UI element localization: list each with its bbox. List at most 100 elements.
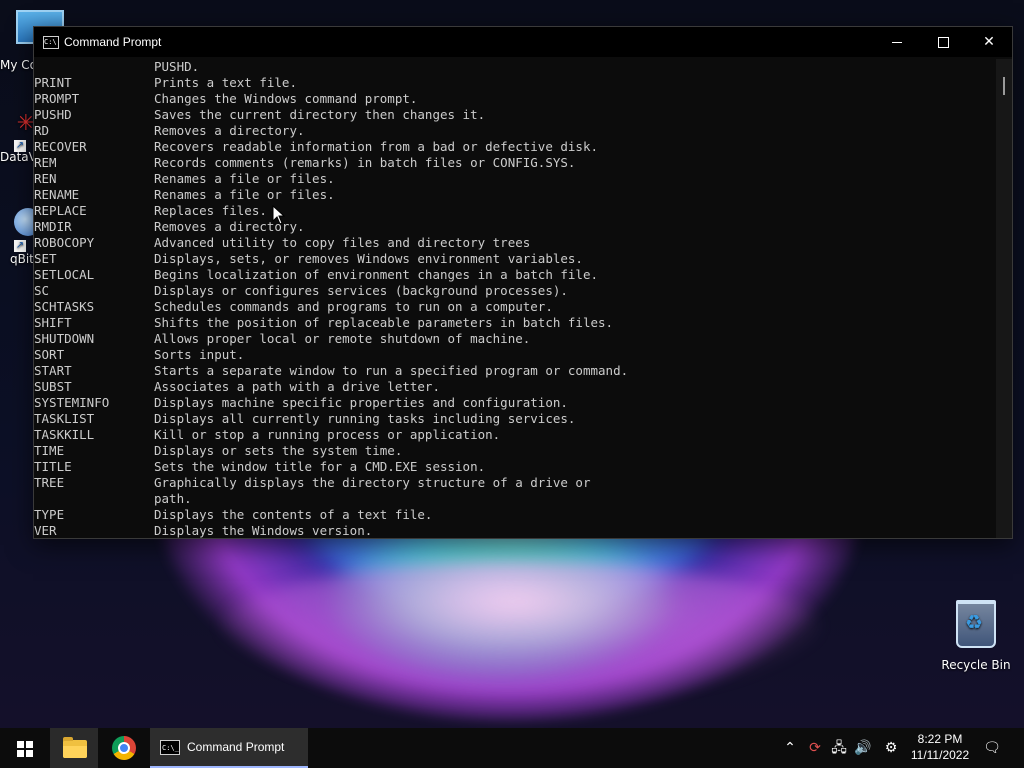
command-description: Kill or stop a running process or applic… (154, 427, 501, 442)
command-name: RECOVER (34, 139, 87, 154)
recycle-bin-icon (956, 600, 996, 648)
command-name: TYPE (34, 507, 65, 522)
command-description: Replaces files. (154, 203, 267, 218)
command-name: REM (34, 155, 57, 170)
console-line: RMDIR Removes a directory. (34, 219, 996, 235)
command-description: Displays, sets, or removes Windows envir… (154, 251, 583, 266)
console-line: SETLOCAL Begins localization of environme… (34, 267, 996, 283)
maximize-icon (937, 36, 949, 48)
command-name: VER (34, 523, 57, 538)
console-line: TYPE Displays the contents of a text file… (34, 507, 996, 523)
window-titlebar[interactable]: C:\ Command Prompt ✕ (34, 27, 1012, 57)
console-line: SCHTASKS Schedules commands and programs … (34, 299, 996, 315)
command-name: REPLACE (34, 203, 87, 218)
command-name: PUSHD (34, 107, 72, 122)
command-name: SYSTEMINFO (34, 395, 110, 410)
console-line: PUSHD. (154, 59, 200, 74)
sync-icon[interactable]: ⟳ (804, 728, 826, 768)
command-name: SET (34, 251, 57, 266)
console-line: PROMPT Changes the Windows command prompt… (34, 91, 996, 107)
command-description: Displays all currently running tasks inc… (154, 411, 576, 426)
taskbar-file-explorer[interactable] (50, 728, 98, 768)
notification-center-icon[interactable]: 🗨 (980, 728, 1004, 768)
command-name: REN (34, 171, 57, 186)
command-description: Sorts input. (154, 347, 245, 362)
cmd-icon: C:\ (43, 36, 59, 49)
console-line: TASKKILL Kill or stop a running process o… (34, 427, 996, 443)
minimize-button[interactable] (874, 27, 920, 57)
folder-icon (63, 737, 87, 758)
console-line: TASKLIST Displays all currently running t… (34, 411, 996, 427)
command-description: Begins localization of environment chang… (154, 267, 599, 282)
desktop-icon-recycle-bin[interactable]: Recycle Bin (940, 600, 1012, 672)
system-clock[interactable]: 8:22 PM 11/11/2022 (906, 731, 974, 763)
command-description: Starts a separate window to run a specif… (154, 363, 629, 378)
command-name: PRINT (34, 75, 72, 90)
command-name: TASKKILL (34, 427, 95, 442)
command-name: TIME (34, 443, 65, 458)
settings-gear-icon[interactable]: ⚙ (880, 728, 902, 768)
command-description: Renames a file or files. (154, 187, 335, 202)
console-line: PRINT Prints a text file. (34, 75, 996, 91)
window-title: Command Prompt (64, 35, 162, 49)
close-icon: ✕ (983, 34, 995, 50)
taskbar-command-prompt[interactable]: C:\_ Command Prompt (150, 728, 308, 768)
command-description: Allows proper local or remote shutdown o… (154, 331, 531, 346)
command-description: Displays machine specific properties and… (154, 395, 568, 410)
console-line: RENAME Renames a file or files. (34, 187, 996, 203)
command-name: ROBOCOPY (34, 235, 95, 250)
console-line: SORT Sorts input. (34, 347, 996, 363)
command-name: TITLE (34, 459, 72, 474)
volume-icon[interactable]: 🔊 (852, 728, 874, 768)
console-line: REN Renames a file or files. (34, 171, 996, 187)
command-name: SHUTDOWN (34, 331, 95, 346)
command-name: SORT (34, 347, 65, 362)
command-name: RMDIR (34, 219, 72, 234)
console-line: START Starts a separate window to run a s… (34, 363, 996, 379)
command-description: Recovers readable information from a bad… (154, 139, 599, 154)
shortcut-arrow-icon: ↗ (14, 140, 26, 152)
command-description: Graphically displays the directory struc… (154, 475, 591, 490)
console-line: SUBST Associates a path with a drive lett… (34, 379, 996, 395)
windows-start-icon (17, 741, 33, 757)
wallpaper-orb-glow (220, 560, 820, 700)
command-description: Changes the Windows command prompt. (154, 91, 418, 106)
console-line: PUSHD Saves the current directory then ch… (34, 107, 996, 123)
command-description: Prints a text file. (154, 75, 297, 90)
console-line: RECOVER Recovers readable information fro… (34, 139, 996, 155)
minimize-icon (892, 41, 902, 43)
start-button[interactable] (0, 728, 48, 768)
command-name: START (34, 363, 72, 378)
command-name: SETLOCAL (34, 267, 95, 282)
console-line: ROBOCOPY Advanced utility to copy files a… (34, 235, 996, 251)
command-description: Displays the contents of a text file. (154, 507, 433, 522)
close-button[interactable]: ✕ (966, 27, 1012, 57)
show-hidden-icons-chevron-icon[interactable]: ⌃ (780, 728, 800, 768)
chrome-icon (112, 736, 136, 760)
command-prompt-window[interactable]: C:\ Command Prompt ✕ PUSHD. PRINT Prints … (33, 26, 1013, 539)
scrollbar-thumb[interactable] (1003, 77, 1005, 95)
vertical-scrollbar[interactable] (996, 59, 1012, 538)
command-description: Associates a path with a drive letter. (154, 379, 440, 394)
taskbar: C:\_ Command Prompt ⌃ ⟳ 🖧 🔊 ⚙ 8:22 PM 11… (0, 728, 1024, 768)
console-line: SC Displays or configures services (backg… (34, 283, 996, 299)
command-name: RENAME (34, 187, 80, 202)
command-description: Removes a directory. (154, 123, 305, 138)
network-icon[interactable]: 🖧 (828, 728, 850, 768)
console-line: path. (34, 491, 996, 507)
command-description: Shifts the position of replaceable param… (154, 315, 614, 330)
command-name: PROMPT (34, 91, 80, 106)
command-name: SC (34, 283, 50, 298)
console-line: REM Records comments (remarks) in batch f… (34, 155, 996, 171)
command-name: SHIFT (34, 315, 72, 330)
command-name: SUBST (34, 379, 72, 394)
console-output[interactable]: PUSHD. PRINT Prints a text file. PROMPT Cha… (34, 59, 996, 538)
command-description: Sets the window title for a CMD.EXE sess… (154, 459, 486, 474)
command-description: Displays or configures services (backgro… (154, 283, 568, 298)
command-description: Records comments (remarks) in batch file… (154, 155, 576, 170)
maximize-button[interactable] (920, 27, 966, 57)
taskbar-chrome[interactable] (100, 728, 148, 768)
command-description: Displays the Windows version. (154, 523, 373, 538)
desktop-icon-label: Recycle Bin (941, 658, 1011, 672)
command-name: RD (34, 123, 50, 138)
